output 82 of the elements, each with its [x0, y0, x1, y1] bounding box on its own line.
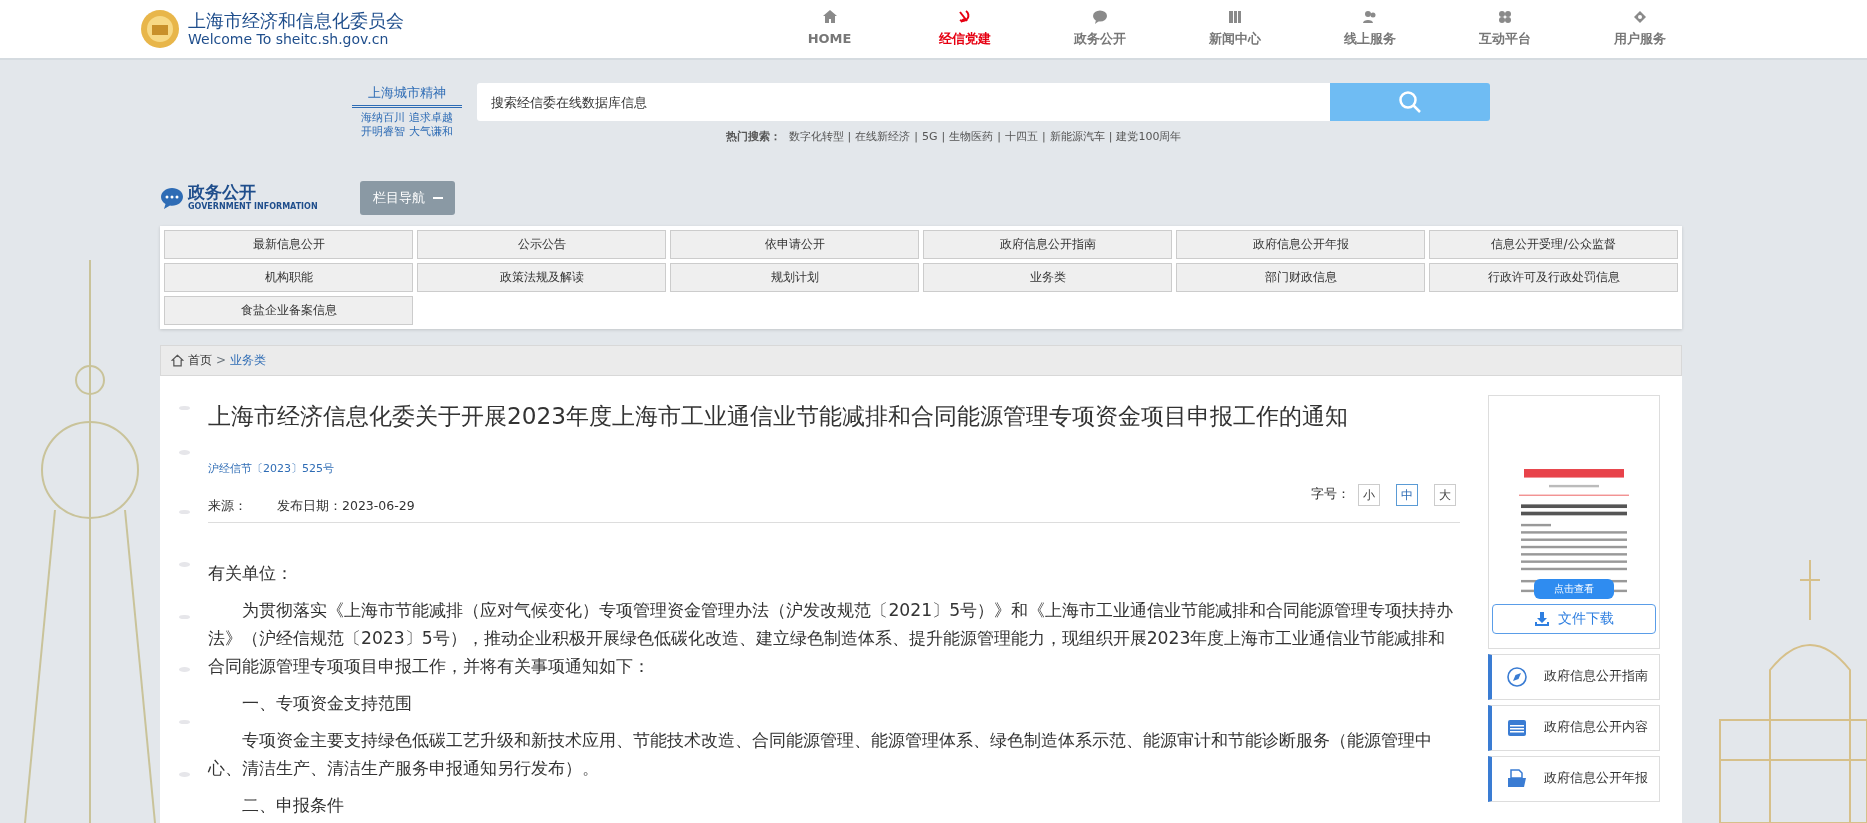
breadcrumb-link[interactable]: 业务类 — [230, 351, 267, 369]
nav-link[interactable]: 用户服务 — [1572, 0, 1707, 59]
document-number: 沪经信节〔2023〕525号 — [208, 461, 335, 478]
users-icon — [1361, 9, 1378, 26]
category-link[interactable]: 公示公告 — [417, 229, 666, 259]
category-link[interactable]: 政府信息公开指南 — [923, 229, 1172, 259]
body-paragraph: 专项资金主要支持绿色低碳工艺升级和新技术应用、节能技术改造、合同能源管理、能源管理体系、绿色制造体系示范、能源审计和节能诊断服务（能源管理中心、清洁生产、清洁生产服务申报通知另行发布）。 — [208, 728, 1434, 780]
nav-link[interactable]: HOME — [762, 0, 897, 59]
download-button[interactable]: 文件下载 — [1492, 603, 1656, 634]
motto-panel: 上海城市精神 海纳百川 追求卓越 开明睿智 大气谦和 — [352, 83, 462, 139]
hot-search-link[interactable]: 生物医药 — [949, 129, 994, 146]
sidebar-link[interactable]: 政府信息公开内容 — [1488, 704, 1660, 751]
search-button[interactable] — [1330, 83, 1490, 121]
dot-icon — [178, 614, 190, 619]
dot-icon — [178, 667, 190, 672]
category-link[interactable]: 信息公开受理/公众监督 — [1429, 229, 1678, 259]
separator-text: | — [997, 129, 1001, 145]
dot-icon — [178, 772, 190, 777]
dot-icon — [178, 562, 190, 567]
site-subtitle: Welcome To sheitc.sh.gov.cn — [188, 31, 390, 47]
chat-icon — [1091, 9, 1108, 26]
source-label: 来源： — [208, 497, 247, 516]
nav-link[interactable]: 政务公开 — [1032, 0, 1167, 59]
newspaper-icon — [1226, 9, 1243, 26]
compass-icon — [1506, 665, 1528, 688]
category-link[interactable]: 依申请公开 — [670, 229, 919, 259]
font-size-button[interactable]: 中 — [1396, 483, 1418, 506]
chat-bubble-icon — [160, 185, 184, 210]
salutation-text: 有关单位： — [208, 561, 294, 585]
category-link[interactable]: 食盐企业备案信息 — [164, 295, 413, 325]
breadcrumb-link[interactable]: 首页 — [188, 351, 212, 369]
section-heading: 二、申报条件 — [241, 793, 346, 817]
nav-link[interactable]: 经信党建 — [897, 0, 1032, 59]
nav-link[interactable]: 新闻中心 — [1167, 0, 1302, 59]
font-size-button[interactable]: 小 — [1358, 483, 1380, 506]
hot-search-link[interactable]: 5G — [922, 129, 938, 146]
hot-search-link[interactable]: 在线新经济 — [855, 129, 911, 146]
separator-text: > — [216, 352, 227, 369]
category-link[interactable]: 行政许可及行政处罚信息 — [1429, 262, 1678, 292]
category-link[interactable]: 政府信息公开年报 — [1176, 229, 1425, 259]
dot-icon — [178, 405, 190, 410]
article-title: 上海市经济信息化委关于开展2023年度上海市工业通信业节能减排和合同能源管理专项资金项目申报工作的通知 — [208, 400, 1349, 431]
nav-link[interactable]: 线上服务 — [1302, 0, 1437, 59]
folder-icon — [1506, 767, 1528, 790]
emblem-logo-icon — [140, 9, 180, 49]
category-link[interactable]: 最新信息公开 — [164, 229, 413, 259]
home-icon — [821, 9, 838, 26]
separator-text: | — [1042, 129, 1046, 145]
separator-text: | — [914, 129, 918, 145]
home-icon — [171, 353, 184, 367]
section-heading: 一、专项资金支持范围 — [241, 691, 414, 715]
hot-search-link[interactable]: 建党100周年 — [1116, 129, 1182, 146]
sidebar-link[interactable]: 政府信息公开年报 — [1488, 755, 1660, 802]
separator-text: | — [847, 129, 852, 145]
category-link[interactable]: 规划计划 — [670, 262, 919, 292]
section-subtitle: GOVERNMENT INFORMATION — [188, 201, 319, 213]
body-paragraph: 为贯彻落实《上海市节能减排（应对气候变化）专项管理资金管理办法（沪发改规范〔2021〕5号）》和《上海市工业通信业节能减排和合同能源管理专项扶持办法》（沪经信规范〔2023〕5号），推动企业积极开展绿色低碳化改造、建立绿色制造体系、提升能源管理能力，现组织开展2023年度上海市工业通信业节能减排和合同能源管理专项项目申报工作，并将有关事项通知如下： — [208, 598, 1455, 678]
dot-icon — [178, 509, 190, 514]
font-size-label: 字号： — [1311, 485, 1350, 504]
separator-text: | — [1108, 129, 1113, 145]
publish-date: 发布日期：2023-06-29 — [277, 497, 415, 516]
nav-link[interactable]: 互动平台 — [1437, 0, 1572, 59]
minus-icon — [432, 196, 443, 199]
hot-search-link[interactable]: 数字化转型 — [788, 129, 844, 146]
dot-icon — [178, 719, 190, 724]
category-link[interactable]: 机构职能 — [164, 262, 413, 292]
dot-icon — [178, 450, 190, 455]
category-link[interactable]: 部门财政信息 — [1176, 262, 1425, 292]
clover-icon — [1496, 9, 1513, 26]
download-icon — [1534, 610, 1550, 627]
site-title: 上海市经济和信息化委员会 — [188, 11, 404, 31]
font-size-button[interactable]: 大 — [1434, 483, 1456, 506]
search-field[interactable]: 搜索经信委在线数据库信息 — [477, 83, 1330, 121]
category-link[interactable]: 政策法规及解读 — [417, 262, 666, 292]
section-title: 政务公开 — [188, 182, 257, 201]
sidebar-link[interactable]: 政府信息公开指南 — [1488, 653, 1660, 700]
hot-search-link[interactable]: 十四五 — [1005, 129, 1038, 146]
hot-search-label: 热门搜索： — [725, 129, 781, 145]
hot-search-link[interactable]: 新能源汽车 — [1049, 129, 1105, 146]
category-link[interactable]: 业务类 — [923, 262, 1172, 292]
search-icon — [1398, 90, 1422, 115]
separator-text: | — [941, 129, 946, 145]
